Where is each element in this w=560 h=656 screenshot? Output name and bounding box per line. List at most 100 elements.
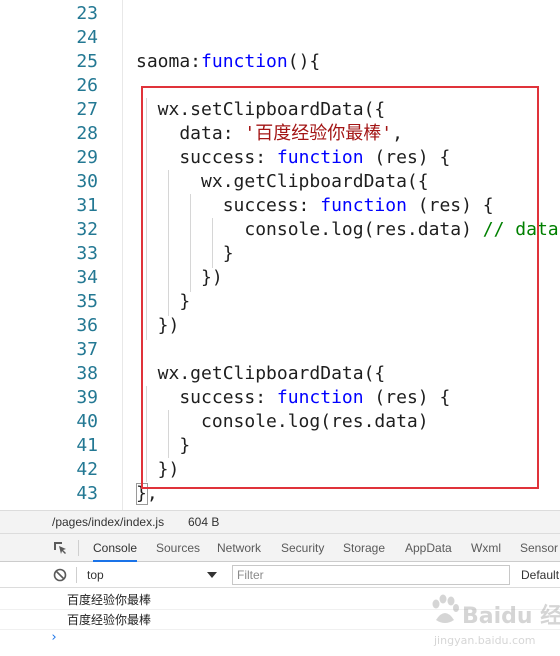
code-token: success:	[136, 195, 321, 216]
code-token: success:	[136, 147, 277, 168]
watermark-url: jingyan.baidu.com	[434, 634, 536, 647]
code-token: })	[136, 315, 180, 336]
code-token: data:	[136, 123, 245, 144]
code-token: console.log(res.data)	[136, 219, 483, 240]
code-token: '百度经验你最棒'	[244, 123, 393, 144]
toolbar-separator	[76, 567, 77, 583]
line-number: 32	[76, 219, 98, 240]
code-token: }	[136, 243, 234, 264]
line-number: 38	[76, 363, 98, 384]
line-number: 35	[76, 291, 98, 312]
line-number: 40	[76, 411, 98, 432]
code-line[interactable]: wx.getClipboardData({	[136, 170, 429, 194]
watermark-text: Baidu 经验	[462, 604, 560, 629]
line-number: 28	[76, 123, 98, 144]
code-token: function	[276, 147, 364, 168]
filter-input[interactable]	[232, 565, 510, 585]
line-number: 25	[76, 51, 98, 72]
devtools-tab-bar: Console Sources Network Security Storage…	[0, 534, 560, 562]
code-token: wx.setClipboardData({	[136, 99, 386, 120]
tab-console[interactable]: Console	[93, 534, 138, 562]
code-token: }	[136, 291, 191, 312]
line-number: 24	[76, 27, 98, 48]
line-number: 29	[76, 147, 98, 168]
indent-guide	[146, 386, 147, 482]
indent-guide	[168, 410, 169, 458]
code-editor[interactable]: 23 24 25 26 27 28 29 30 31 32 33 34 35 36 37 38 39 40 41 42…	[0, 0, 560, 510]
line-number: 37	[76, 339, 98, 360]
code-token: function	[320, 195, 407, 216]
line-number: 27	[76, 99, 98, 120]
log-levels-dropdown[interactable]: Default	[521, 568, 559, 582]
code-line[interactable]: })	[136, 458, 180, 482]
console-toolbar: top Default	[0, 562, 560, 588]
code-line[interactable]: })	[136, 314, 180, 338]
code-line[interactable]: }	[136, 242, 234, 266]
line-number: 39	[76, 387, 98, 408]
tab-wxml[interactable]: Wxml	[471, 534, 501, 562]
file-size: 604 B	[188, 515, 220, 529]
indent-guide	[212, 218, 213, 268]
code-token: (res) {	[363, 147, 451, 168]
bracket-match-marker	[136, 483, 148, 505]
tab-separator	[78, 540, 79, 556]
code-line[interactable]: success: function (res) {	[136, 386, 450, 410]
context-selector[interactable]: top	[80, 566, 222, 584]
chevron-down-icon	[206, 569, 218, 581]
indent-guide	[168, 170, 169, 316]
baidu-watermark: Baidu 经验 jingyan.baidu.com	[430, 592, 560, 656]
inspect-element-icon[interactable]	[52, 540, 68, 556]
line-number-gutter: 23 24 25 26 27 28 29 30 31 32 33 34 35 36 37 38 39 40 41 42…	[0, 0, 123, 510]
code-line[interactable]: console.log(res.data)	[136, 410, 429, 434]
line-number: 36	[76, 315, 98, 336]
line-number: 31	[76, 195, 98, 216]
code-token: function	[201, 51, 288, 72]
code-line[interactable]: wx.getClipboardData({	[136, 362, 386, 386]
tab-appdata[interactable]: AppData	[405, 534, 452, 562]
tab-network[interactable]: Network	[217, 534, 261, 562]
code-line[interactable]: data: '百度经验你最棒',	[136, 122, 403, 146]
code-token: }	[136, 435, 191, 456]
code-token: (res) {	[406, 195, 494, 216]
code-token: console.log(res.data)	[136, 411, 429, 432]
code-token: success:	[136, 387, 277, 408]
indent-guide	[146, 98, 147, 340]
tab-security[interactable]: Security	[281, 534, 324, 562]
line-number: 43	[76, 483, 98, 504]
file-info-bar: /pages/index/index.js 604 B	[0, 510, 560, 534]
context-value: top	[87, 568, 104, 582]
code-token: wx.getClipboardData({	[136, 363, 386, 384]
code-token: })	[136, 459, 180, 480]
code-token: // data	[482, 219, 559, 240]
code-token: })	[136, 267, 223, 288]
file-path: /pages/index/index.js	[52, 515, 165, 529]
indent-guide	[190, 194, 191, 292]
line-number: 34	[76, 267, 98, 288]
line-number: 23	[76, 3, 98, 24]
line-number: 26	[76, 75, 98, 96]
code-line[interactable]: console.log(res.data) // data	[136, 218, 559, 242]
code-token: wx.getClipboardData({	[136, 171, 429, 192]
console-prompt[interactable]: ›	[50, 630, 58, 645]
line-number: 33	[76, 243, 98, 264]
code-line[interactable]: }	[136, 434, 190, 458]
line-number: 42	[76, 459, 98, 480]
code-line[interactable]: success: function (res) {	[136, 146, 450, 170]
code-line[interactable]: saoma:function(){	[136, 50, 320, 74]
code-token: function	[276, 387, 364, 408]
block-icon[interactable]	[53, 568, 67, 582]
line-number: 41	[76, 435, 98, 456]
code-line[interactable]: })	[136, 266, 223, 290]
code-token: (){	[287, 51, 321, 72]
line-number: 30	[76, 171, 98, 192]
code-line[interactable]: wx.setClipboardData({	[136, 98, 386, 122]
tab-sources[interactable]: Sources	[156, 534, 200, 562]
code-token: saoma:	[136, 51, 202, 72]
code-line[interactable]: }	[136, 290, 190, 314]
paw-icon	[432, 594, 459, 623]
code-token: (res) {	[363, 387, 451, 408]
tab-storage[interactable]: Storage	[343, 534, 385, 562]
code-token: ,	[392, 123, 403, 144]
tab-sensor[interactable]: Sensor	[520, 534, 558, 562]
code-area[interactable]: saoma:function(){ wx.setClipboardData({ …	[136, 0, 560, 510]
